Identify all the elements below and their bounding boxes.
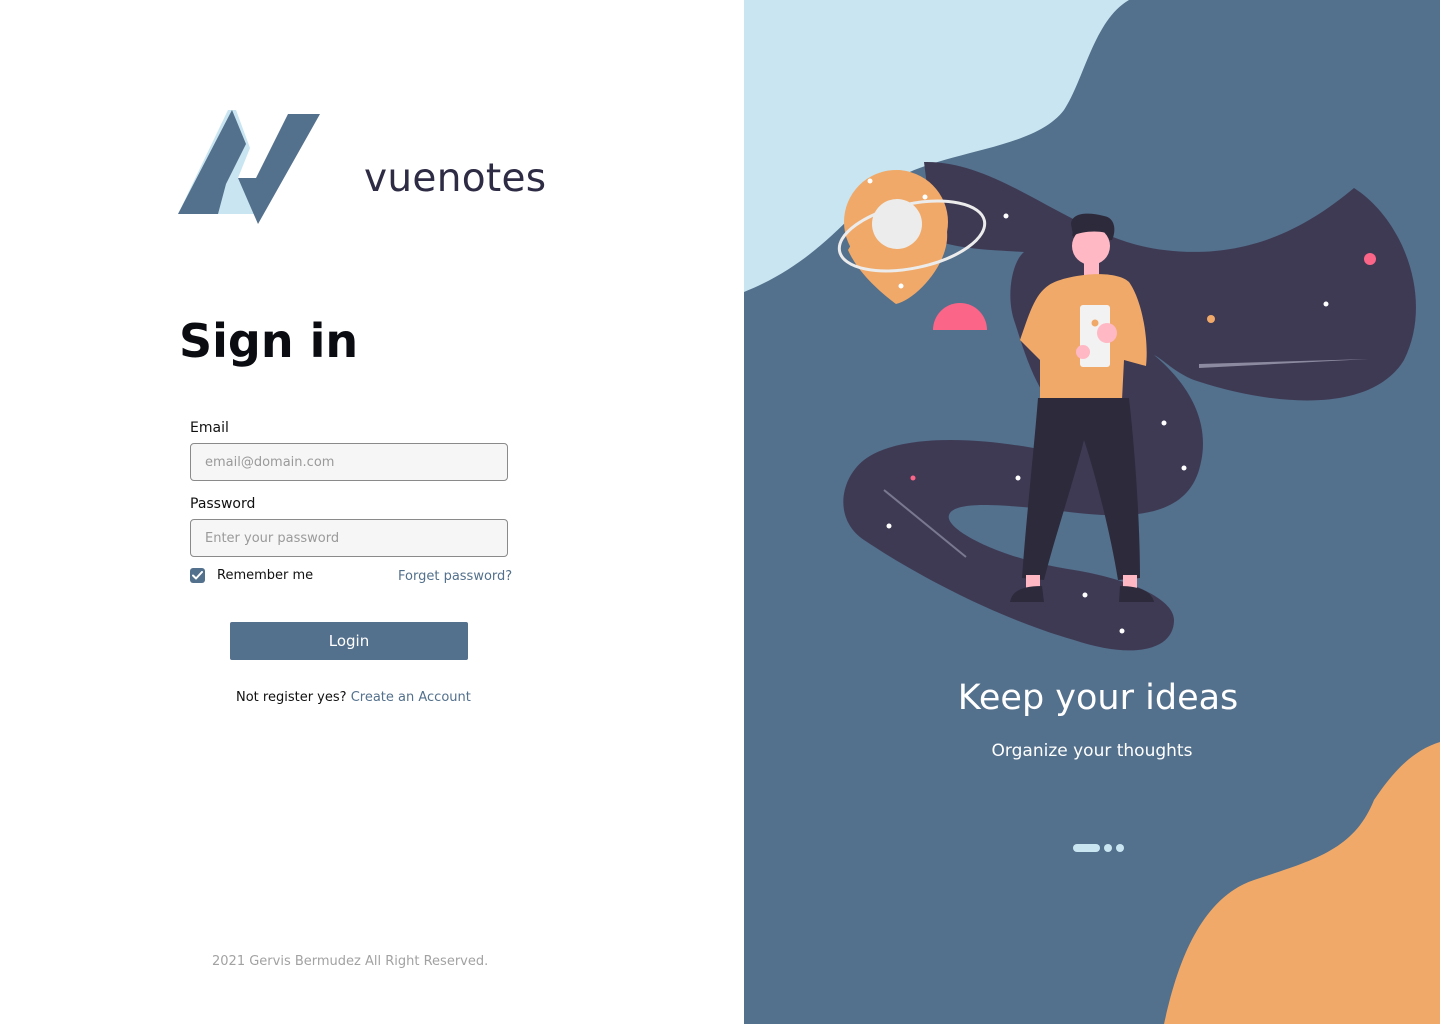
sign-in-panel: vuenotes Sign in Email Password Remember… bbox=[0, 0, 744, 1024]
pink-planet bbox=[933, 303, 987, 330]
background-shapes bbox=[744, 0, 1440, 1024]
footer-copyright: 2021 Gervis Bermudez All Right Reserved. bbox=[212, 954, 489, 969]
hero-title: Keep your ideas bbox=[957, 678, 1239, 718]
login-button[interactable]: Login bbox=[230, 622, 468, 660]
carousel-dot-2[interactable] bbox=[1104, 844, 1112, 852]
email-label: Email bbox=[190, 420, 229, 436]
remember-me-label: Remember me bbox=[217, 568, 314, 583]
page-title: Sign in bbox=[179, 314, 359, 368]
vuenotes-logo-icon bbox=[178, 110, 320, 224]
remember-me-checkbox[interactable] bbox=[190, 568, 205, 583]
password-label: Password bbox=[190, 496, 256, 512]
carousel-dot-1[interactable] bbox=[1073, 844, 1100, 852]
signup-prompt-text: Not register yes? bbox=[236, 690, 347, 705]
carousel-dot-3[interactable] bbox=[1116, 844, 1124, 852]
password-field[interactable] bbox=[190, 519, 508, 557]
check-icon bbox=[192, 571, 203, 580]
forgot-password-link[interactable]: Forget password? bbox=[398, 569, 512, 584]
carousel-indicators bbox=[1073, 844, 1124, 852]
email-field[interactable] bbox=[190, 443, 508, 481]
hero-subtitle: Organize your thoughts bbox=[991, 741, 1193, 761]
signup-prompt: Not register yes? Create an Account bbox=[236, 690, 471, 705]
create-account-link[interactable]: Create an Account bbox=[351, 690, 471, 705]
brand-name: vuenotes bbox=[364, 156, 547, 201]
remember-me: Remember me bbox=[190, 568, 313, 583]
orange-blob bbox=[1164, 742, 1440, 1024]
hero-panel: Keep your ideas Organize your thoughts bbox=[744, 0, 1440, 1024]
